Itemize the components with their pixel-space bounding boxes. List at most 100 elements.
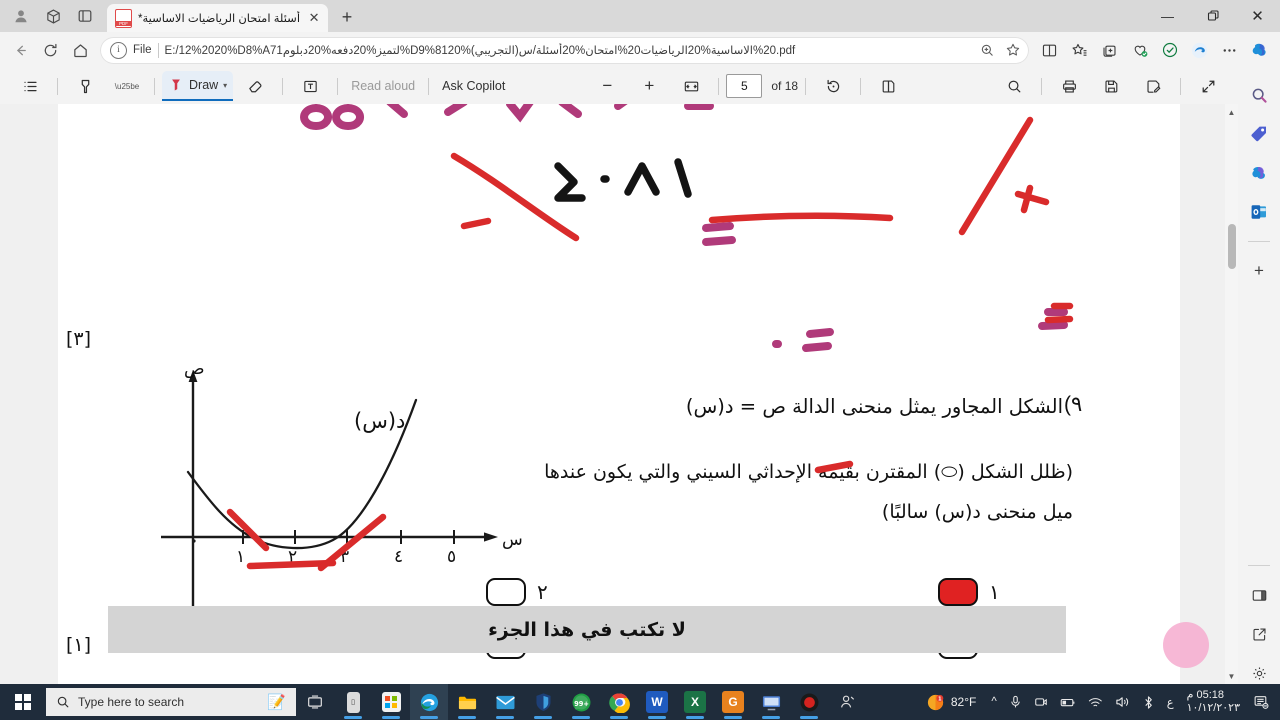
excel-icon[interactable]: X <box>676 684 714 720</box>
microphone-icon[interactable] <box>1004 684 1027 720</box>
viewer-scrollbar[interactable]: ▲ ▼ <box>1225 104 1238 684</box>
open-external-icon[interactable] <box>1246 621 1272 647</box>
camera-icon[interactable] <box>1029 684 1053 720</box>
record-icon[interactable] <box>790 684 828 720</box>
search-icon[interactable] <box>994 72 1034 100</box>
scroll-down-arrow[interactable]: ▼ <box>1226 670 1237 682</box>
edge-icon[interactable] <box>410 684 448 720</box>
favorites-icon[interactable] <box>1065 36 1094 64</box>
zoom-out-button[interactable]: − <box>587 72 627 100</box>
zoom-in-button[interactable]: + <box>629 72 669 100</box>
ask-copilot-button[interactable]: Ask Copilot <box>436 72 511 100</box>
rail-settings-icon[interactable] <box>1246 660 1272 686</box>
browser-tab[interactable]: أسئلة امتحان الرياضيات الاساسية* ✕ <box>107 4 329 32</box>
y-axis-label: ص <box>184 362 205 379</box>
bluetooth-icon[interactable] <box>1137 684 1160 720</box>
option-2-box[interactable] <box>486 578 526 606</box>
page-number-input[interactable]: 5 <box>726 74 763 98</box>
toolbar-divider-10 <box>1180 77 1181 95</box>
battery-icon[interactable] <box>1055 684 1081 720</box>
save-icon[interactable] <box>1091 72 1131 100</box>
pdf-page: [٣] [١] ١ ٢ ٣ ٤ ٥ س ص د(س) ٩) الشكل المج… <box>58 104 1083 674</box>
collections-icon[interactable] <box>1095 36 1124 64</box>
copilot-icon[interactable] <box>1245 36 1274 64</box>
option-2[interactable]: ٢ <box>486 578 548 606</box>
mail-icon[interactable] <box>486 684 524 720</box>
draw-tool-button[interactable]: Draw ▾ <box>162 71 234 101</box>
page-total-label: of 18 <box>771 79 799 93</box>
zoom-icon[interactable] <box>975 38 999 62</box>
workspaces-icon[interactable] <box>40 3 66 29</box>
refresh-button[interactable] <box>36 36 64 64</box>
save-as-icon[interactable] <box>1133 72 1173 100</box>
browser-essentials-icon[interactable] <box>1155 36 1184 64</box>
presentation-icon[interactable] <box>752 684 790 720</box>
microsoft-store-icon[interactable] <box>372 684 410 720</box>
rotate-icon[interactable] <box>813 72 853 100</box>
security-icon[interactable] <box>524 684 562 720</box>
close-window-button[interactable]: ✕ <box>1235 0 1280 32</box>
star-icon[interactable] <box>1001 38 1025 62</box>
pdf-app-icon[interactable]: G <box>714 684 752 720</box>
address-bar[interactable]: i File E:/12%2020%D8%A7لتميز%20دفعه%20دب… <box>100 36 1029 64</box>
notifications-icon[interactable] <box>1248 684 1274 720</box>
minimize-button[interactable]: — <box>1145 0 1190 32</box>
back-button[interactable] <box>6 36 34 64</box>
option-1[interactable]: ١ <box>938 578 1000 606</box>
settings-more-icon[interactable] <box>1215 36 1244 64</box>
question-number: ٩) <box>1064 393 1083 416</box>
print-icon[interactable] <box>1049 72 1089 100</box>
site-info-icon[interactable]: i <box>110 41 127 59</box>
page-layout-icon[interactable] <box>868 72 908 100</box>
word-icon[interactable]: W <box>638 684 676 720</box>
copilot-icon[interactable] <box>1246 160 1272 186</box>
system-tray: 1 82°F ^ ع 05:18 م ١٠/١٢/٢٠٢٣ <box>918 684 1280 720</box>
people-icon[interactable] <box>828 684 866 720</box>
question-line-1: الشكل المجاور يمثل منحنى الدالة ص = د(س) <box>685 395 1063 418</box>
profile-icon[interactable] <box>8 3 34 29</box>
chevron-up-icon[interactable]: ^ <box>986 684 1001 720</box>
shopping-icon[interactable] <box>1125 36 1154 64</box>
language-indicator[interactable]: ع <box>1162 684 1179 720</box>
scrollbar-thumb[interactable] <box>1228 224 1236 269</box>
footer-banner-text: لا تكتب في هذا الجزء <box>488 618 686 641</box>
file-explorer-icon[interactable] <box>448 684 486 720</box>
wifi-icon[interactable] <box>1083 684 1108 720</box>
phone-link-icon[interactable]: ▯ <box>334 684 372 720</box>
scroll-up-arrow[interactable]: ▲ <box>1226 106 1237 118</box>
table-of-contents-icon[interactable] <box>10 72 50 100</box>
start-button[interactable] <box>0 684 46 720</box>
outlook-icon[interactable] <box>1246 199 1272 225</box>
chevron-down-icon[interactable]: ▾ <box>223 81 227 90</box>
split-pane-icon[interactable] <box>1246 582 1272 608</box>
home-button[interactable] <box>66 36 94 64</box>
read-aloud-button[interactable]: Read aloud <box>345 72 421 100</box>
whatsapp-icon[interactable]: 99+ <box>562 684 600 720</box>
tab-actions-icon[interactable] <box>72 3 98 29</box>
pdf-viewer[interactable]: [٣] [١] ١ ٢ ٣ ٤ ٥ س ص د(س) ٩) الشكل المج… <box>0 104 1238 684</box>
close-tab-button[interactable]: ✕ <box>306 10 322 26</box>
search-icon[interactable] <box>1246 82 1272 108</box>
fullscreen-icon[interactable] <box>1188 72 1228 100</box>
split-screen-icon[interactable] <box>1035 36 1064 64</box>
edge-profile-icon[interactable] <box>1185 36 1214 64</box>
toolbar-divider-6 <box>718 77 720 95</box>
highlighter-dropdown[interactable]: \u25be <box>107 72 147 100</box>
new-tab-button[interactable]: + <box>334 4 360 30</box>
url-text[interactable]: E:/12%2020%D8%A7لتميز%20دفعه%20دبلوم1%D9… <box>165 43 969 57</box>
curve-label: د(س) <box>354 409 405 433</box>
shopping-tag-icon[interactable] <box>1246 121 1272 147</box>
taskbar-search[interactable]: Type here to search 📝 <box>46 688 296 716</box>
eraser-icon[interactable] <box>235 72 275 100</box>
add-app-icon[interactable]: + <box>1246 258 1272 284</box>
volume-icon[interactable] <box>1110 684 1135 720</box>
maximize-restore-button[interactable] <box>1190 0 1235 32</box>
add-text-icon[interactable] <box>290 72 330 100</box>
weather-widget[interactable]: 1 82°F <box>918 693 984 712</box>
task-view-icon[interactable] <box>296 684 334 720</box>
taskbar-clock[interactable]: 05:18 م ١٠/١٢/٢٠٢٣ <box>1181 689 1246 715</box>
fit-page-icon[interactable] <box>671 72 711 100</box>
chrome-icon[interactable] <box>600 684 638 720</box>
highlighter-icon[interactable] <box>65 72 105 100</box>
option-1-box[interactable] <box>938 578 978 606</box>
